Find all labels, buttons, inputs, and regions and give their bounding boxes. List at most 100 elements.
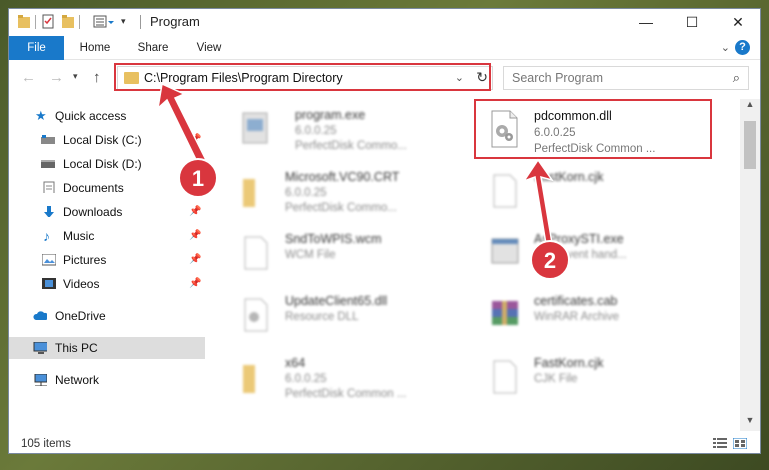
sidebar-item-pictures[interactable]: Pictures 📌	[9, 249, 205, 271]
pictures-icon	[42, 254, 56, 266]
forward-arrow-icon[interactable]: →	[49, 69, 64, 86]
list-item[interactable]: program.exe 6.0.0.25 PerfectDisk Commo..…	[233, 103, 473, 161]
item-count: 105 items	[21, 438, 71, 450]
file-type: WCM File	[285, 249, 336, 261]
tab-view[interactable]: View	[185, 36, 233, 60]
details-view-icon[interactable]	[713, 438, 727, 449]
recent-chevron-icon[interactable]: ▾	[73, 71, 78, 82]
pin-icon[interactable]: 📌	[189, 129, 201, 151]
sidebar-item-label: OneDrive	[55, 309, 106, 323]
list-item[interactable]: UpdateClient65.dll Resource DLL	[233, 289, 473, 347]
sidebar-item-local-disk-c[interactable]: Local Disk (C:) 📌	[9, 129, 205, 151]
file-name: FastKorn.cjk	[534, 170, 604, 184]
sidebar-item-label: Pictures	[63, 253, 107, 267]
sidebar-item-network[interactable]: Network	[9, 369, 205, 391]
navigation-pane: ★ Quick access Local Disk (C:) 📌 Local D…	[9, 99, 205, 431]
file-type: WinRAR Archive	[534, 311, 619, 323]
pin-icon[interactable]: 📌	[189, 225, 201, 247]
pin-icon[interactable]: 📌	[189, 201, 201, 223]
file-name: Microsoft.VC90.CRT	[285, 170, 400, 184]
sidebar-item-videos[interactable]: Videos 📌	[9, 273, 205, 295]
generic-file-icon	[244, 236, 268, 270]
drive-icon	[41, 135, 55, 144]
sidebar-item-music[interactable]: ♪ Music 📌	[9, 225, 205, 247]
sidebar-item-label: Videos	[63, 277, 100, 291]
sidebar-item-this-pc[interactable]: This PC	[9, 337, 205, 359]
vertical-scrollbar[interactable]: ▲ ▼	[740, 99, 760, 431]
list-item[interactable]: Microsoft.VC90.CRT 6.0.0.25 PerfectDisk …	[233, 165, 473, 223]
tab-file[interactable]: File	[9, 36, 64, 60]
documents-icon	[43, 181, 55, 193]
file-description: PerfectDisk Commo...	[285, 202, 397, 214]
separator	[79, 15, 80, 29]
file-version: 6.0.0.25	[295, 125, 337, 137]
new-folder-icon[interactable]	[61, 13, 75, 31]
file-name: UpdateClient65.dll	[285, 294, 388, 308]
help-button[interactable]: ?	[735, 40, 750, 55]
download-icon	[44, 206, 54, 217]
tab-share[interactable]: Share	[129, 36, 177, 60]
file-name: certificates.cab	[534, 294, 618, 308]
sidebar-item-label: Documents	[63, 181, 124, 195]
drive-icon	[41, 160, 55, 168]
pin-icon[interactable]: 📌	[189, 249, 201, 271]
exe-file-icon	[242, 112, 268, 144]
list-item[interactable]: FastKorn.cjk CJK File	[482, 351, 722, 409]
sidebar-item-label: Local Disk (D:)	[63, 157, 142, 171]
dll-file-icon	[244, 298, 268, 332]
file-name: FastKorn.cjk	[534, 356, 604, 370]
computer-icon	[33, 342, 47, 354]
file-highlight	[474, 99, 712, 159]
step-marker-2: 2	[530, 240, 570, 280]
minimize-button[interactable]: —	[623, 9, 669, 35]
file-type: Resource DLL	[285, 311, 359, 323]
folder-icon	[18, 15, 30, 28]
close-button[interactable]: ✕	[715, 9, 760, 35]
window-title: Program	[150, 14, 200, 29]
sidebar-item-documents[interactable]: Documents	[9, 177, 205, 199]
file-name: SndToWPIS.wcm	[285, 232, 382, 246]
sidebar-item-local-disk-d[interactable]: Local Disk (D:)	[9, 153, 205, 175]
sidebar-item-quick-access[interactable]: ★ Quick access	[9, 105, 205, 127]
sidebar-item-onedrive[interactable]: OneDrive	[9, 305, 205, 327]
large-icons-view-icon[interactable]	[733, 438, 747, 449]
sidebar-item-downloads[interactable]: Downloads 📌	[9, 201, 205, 223]
generic-file-icon	[493, 174, 517, 208]
scroll-up-icon[interactable]: ▲	[740, 99, 760, 115]
scrollbar-thumb[interactable]	[744, 121, 756, 169]
folder-icon	[243, 365, 255, 393]
search-icon[interactable]: ⌕	[733, 70, 740, 86]
scroll-down-icon[interactable]: ▼	[740, 415, 760, 431]
customize-toolbar-icon[interactable]	[93, 13, 117, 31]
list-item[interactable]: FastKorn.cjk	[482, 165, 722, 223]
list-item[interactable]: AsProxySTI.exe Kodi event hand...	[482, 227, 722, 285]
list-item[interactable]: SndToWPIS.wcm WCM File	[233, 227, 473, 285]
expand-ribbon-icon[interactable]: ⌄	[721, 41, 730, 54]
sidebar-item-label: This PC	[55, 341, 98, 355]
star-icon: ★	[35, 108, 47, 123]
search-input[interactable]: Search Program	[512, 71, 603, 85]
ribbon-tabs: File Home Share View ⌄ ?	[9, 36, 760, 60]
folder-icon	[243, 179, 255, 207]
file-name: program.exe	[295, 108, 366, 122]
back-arrow-icon[interactable]: ←	[21, 69, 36, 86]
search-box[interactable]: Search Program ⌕	[503, 66, 749, 90]
list-item[interactable]: certificates.cab WinRAR Archive	[482, 289, 722, 347]
winrar-archive-icon	[492, 301, 518, 325]
file-description: PerfectDisk Common ...	[285, 388, 407, 400]
file-description: PerfectDisk Commo...	[295, 140, 407, 152]
properties-icon[interactable]	[41, 13, 55, 31]
chevron-down-icon[interactable]: ▾	[121, 16, 126, 34]
exe-file-icon	[491, 238, 519, 264]
pin-icon[interactable]: 📌	[189, 273, 201, 295]
maximize-button[interactable]: ☐	[669, 9, 715, 35]
sidebar-item-label: Local Disk (C:)	[63, 133, 142, 147]
up-arrow-icon[interactable]: ↑	[93, 69, 101, 86]
cloud-icon	[33, 311, 47, 320]
tab-home[interactable]: Home	[71, 36, 119, 60]
network-icon	[34, 374, 47, 386]
generic-file-icon	[493, 360, 517, 394]
list-item[interactable]: x64 6.0.0.25 PerfectDisk Common ...	[233, 351, 473, 409]
file-version: 6.0.0.25	[285, 187, 327, 199]
address-bar-highlight	[114, 63, 491, 91]
